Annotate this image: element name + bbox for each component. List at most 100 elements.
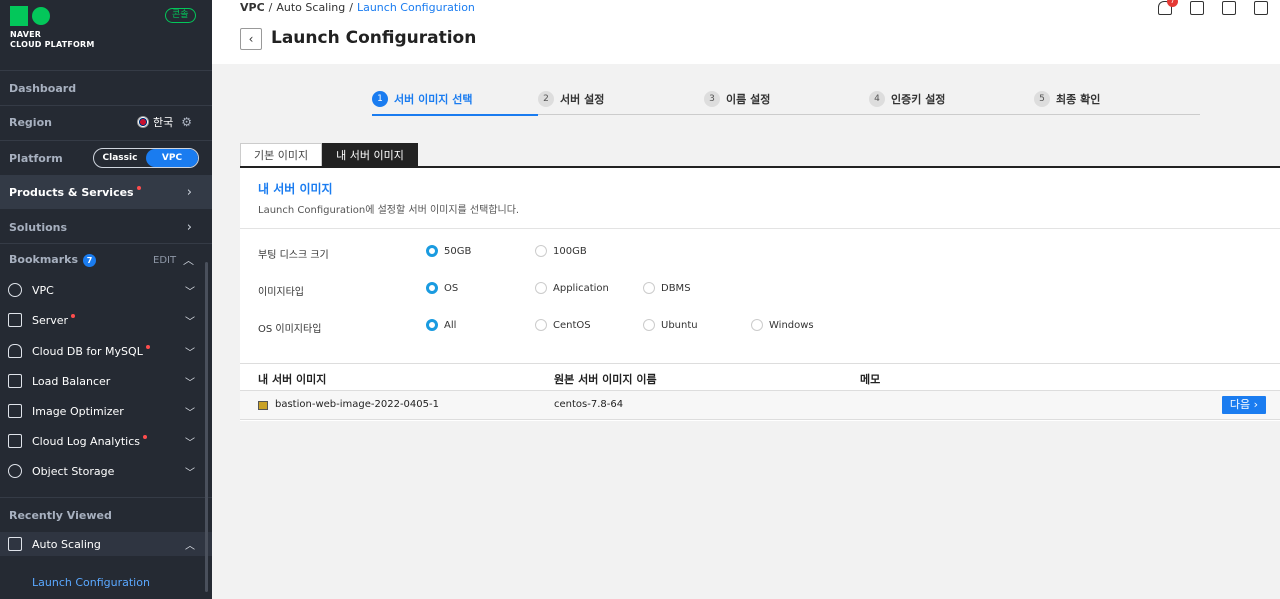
info-icon[interactable] [1254,1,1268,15]
step-number: 1 [372,91,388,107]
breadcrumb-separator: / [268,1,273,14]
chevron-right-icon: › [186,184,192,200]
table-row[interactable]: bastion-web-image-2022-0405-1 centos-7.8… [240,391,1280,420]
sidebar-products-services[interactable]: Products & Services › [0,175,212,209]
recent-sub-launch-configuration[interactable]: Launch Configuration [32,576,150,589]
brand-line2: CLOUD PLATFORM [10,40,95,49]
vpc-icon [8,283,22,297]
naver-cloud-logo[interactable] [10,6,50,26]
radio-circle [426,245,438,257]
step-3: 3 이름 설정 [704,91,770,107]
chevron-down-icon[interactable]: ﹀ [185,374,195,389]
step-indicator: 1 서버 이미지 선택 2 서버 설정 3 이름 설정 4 인증키 설정 5 최… [372,89,1200,116]
origin-image-cell: centos-7.8-64 [554,399,624,410]
page-header: VPC / Auto Scaling / Launch Configuration … [212,0,1280,64]
new-dot [71,313,76,318]
breadcrumb-separator: / [349,1,353,14]
chevron-up-icon[interactable]: ︿ [185,537,195,552]
bookmark-item-vpc[interactable]: VPC ﹀ [0,278,212,302]
sidebar-dashboard[interactable]: Dashboard [0,80,212,96]
console-badge[interactable]: 콘솔 [165,8,196,23]
new-dot [145,344,150,349]
back-button[interactable]: ‹ [240,28,262,50]
radio-os[interactable]: OS [426,282,458,294]
bookmark-item-image-optimizer[interactable]: Image Optimizer ﹀ [0,399,212,423]
divider [240,228,1280,229]
radio-100gb[interactable]: 100GB [535,245,587,257]
bell-icon[interactable]: 7 [1158,0,1178,15]
bookmarks-edit-button[interactable]: EDIT [153,255,176,266]
chevron-down-icon[interactable]: ﹀ [185,404,195,419]
brand-name: NAVER CLOUD PLATFORM [10,30,95,50]
korea-flag-icon [137,116,149,128]
chevron-down-icon[interactable]: ﹀ [185,313,195,328]
chevron-up-icon[interactable]: ︿ [183,252,194,268]
breadcrumb-launch-configuration[interactable]: Launch Configuration [357,1,475,14]
sidebar-bookmarks: Bookmarks 7 EDIT ︿ [0,252,212,268]
active-step-underline [372,114,538,116]
sidebar-platform: Platform Classic VPC [0,148,212,168]
edit-note-icon[interactable] [1222,1,1236,15]
radio-dbms[interactable]: DBMS [643,282,691,294]
sidebar-scrollbar[interactable] [205,262,208,592]
my-server-image-panel: 내 서버 이미지 Launch Configuration에 설정할 서버 이미… [240,168,1280,421]
bookmark-item-cloud-db-mysql[interactable]: Cloud DB for MySQL ﹀ [0,339,212,363]
radio-windows[interactable]: Windows [751,319,814,331]
brand-line1: NAVER [10,30,42,39]
page-title: Launch Configuration [271,28,477,48]
chat-icon[interactable] [1190,1,1204,15]
step-2: 2 서버 설정 [538,91,604,107]
chevron-down-icon[interactable]: ﹀ [185,283,195,298]
next-button[interactable]: 다음 › [1221,396,1266,414]
object-storage-icon [8,464,22,478]
image-type-label: 이미지타입 [258,287,304,298]
chevron-down-icon[interactable]: ﹀ [185,464,195,479]
new-dot [136,185,141,190]
platform-classic-option[interactable]: Classic [94,149,146,167]
breadcrumb-auto-scaling[interactable]: Auto Scaling [276,1,345,14]
breadcrumb-vpc[interactable]: VPC [240,1,265,14]
radio-circle [535,319,547,331]
divider [0,497,212,498]
cloud-db-icon [8,344,22,358]
radio-circle [535,282,547,294]
image-tabs: 기본 이미지 내 서버 이미지 [240,143,418,167]
bookmark-item-object-storage[interactable]: Object Storage ﹀ [0,459,212,483]
radio-50gb[interactable]: 50GB [426,245,471,257]
tab-my-server-image[interactable]: 내 서버 이미지 [322,143,418,167]
auto-scaling-icon [8,537,22,551]
bookmark-label: VPC [32,283,54,297]
region-selector[interactable]: 한국 ⚙ [137,114,192,130]
radio-ubuntu[interactable]: Ubuntu [643,319,698,331]
radio-centos[interactable]: CentOS [535,319,591,331]
bookmark-item-server[interactable]: Server ﹀ [0,308,212,332]
chevron-down-icon[interactable]: ﹀ [185,434,195,449]
bookmark-item-cloud-log-analytics[interactable]: Cloud Log Analytics ﹀ [0,429,212,453]
notification-count-badge: 7 [1167,0,1178,7]
radio-circle [426,282,438,294]
column-origin-image-name: 원본 서버 이미지 이름 [554,373,657,386]
gear-icon[interactable]: ⚙ [181,115,192,129]
server-icon [8,313,22,327]
step-1: 1 서버 이미지 선택 [372,91,473,107]
radio-circle [751,319,763,331]
radio-application[interactable]: Application [535,282,609,294]
panel-title: 내 서버 이미지 [258,182,333,196]
recently-viewed-label: Recently Viewed [9,508,112,522]
platform-toggle[interactable]: Classic VPC [93,148,199,168]
radio-circle [426,319,438,331]
bookmark-label: Cloud Log Analytics [32,434,148,448]
sidebar-region: Region 한국 ⚙ [0,114,212,130]
radio-all[interactable]: All [426,319,456,331]
recent-item-auto-scaling[interactable]: Auto Scaling ︿ [0,532,212,556]
chevron-down-icon[interactable]: ﹀ [185,344,195,359]
tab-default-image[interactable]: 기본 이미지 [240,143,323,167]
sidebar-solutions[interactable]: Solutions › [0,216,212,238]
step-label: 최종 확인 [1056,93,1101,106]
platform-vpc-option[interactable]: VPC [146,149,198,167]
bookmark-item-load-balancer[interactable]: Load Balancer ﹀ [0,369,212,393]
load-balancer-icon [8,374,22,388]
sidebar-recently-viewed: Recently Viewed [0,507,212,523]
step-label: 이름 설정 [726,93,771,106]
bookmark-label: Object Storage [32,464,115,478]
